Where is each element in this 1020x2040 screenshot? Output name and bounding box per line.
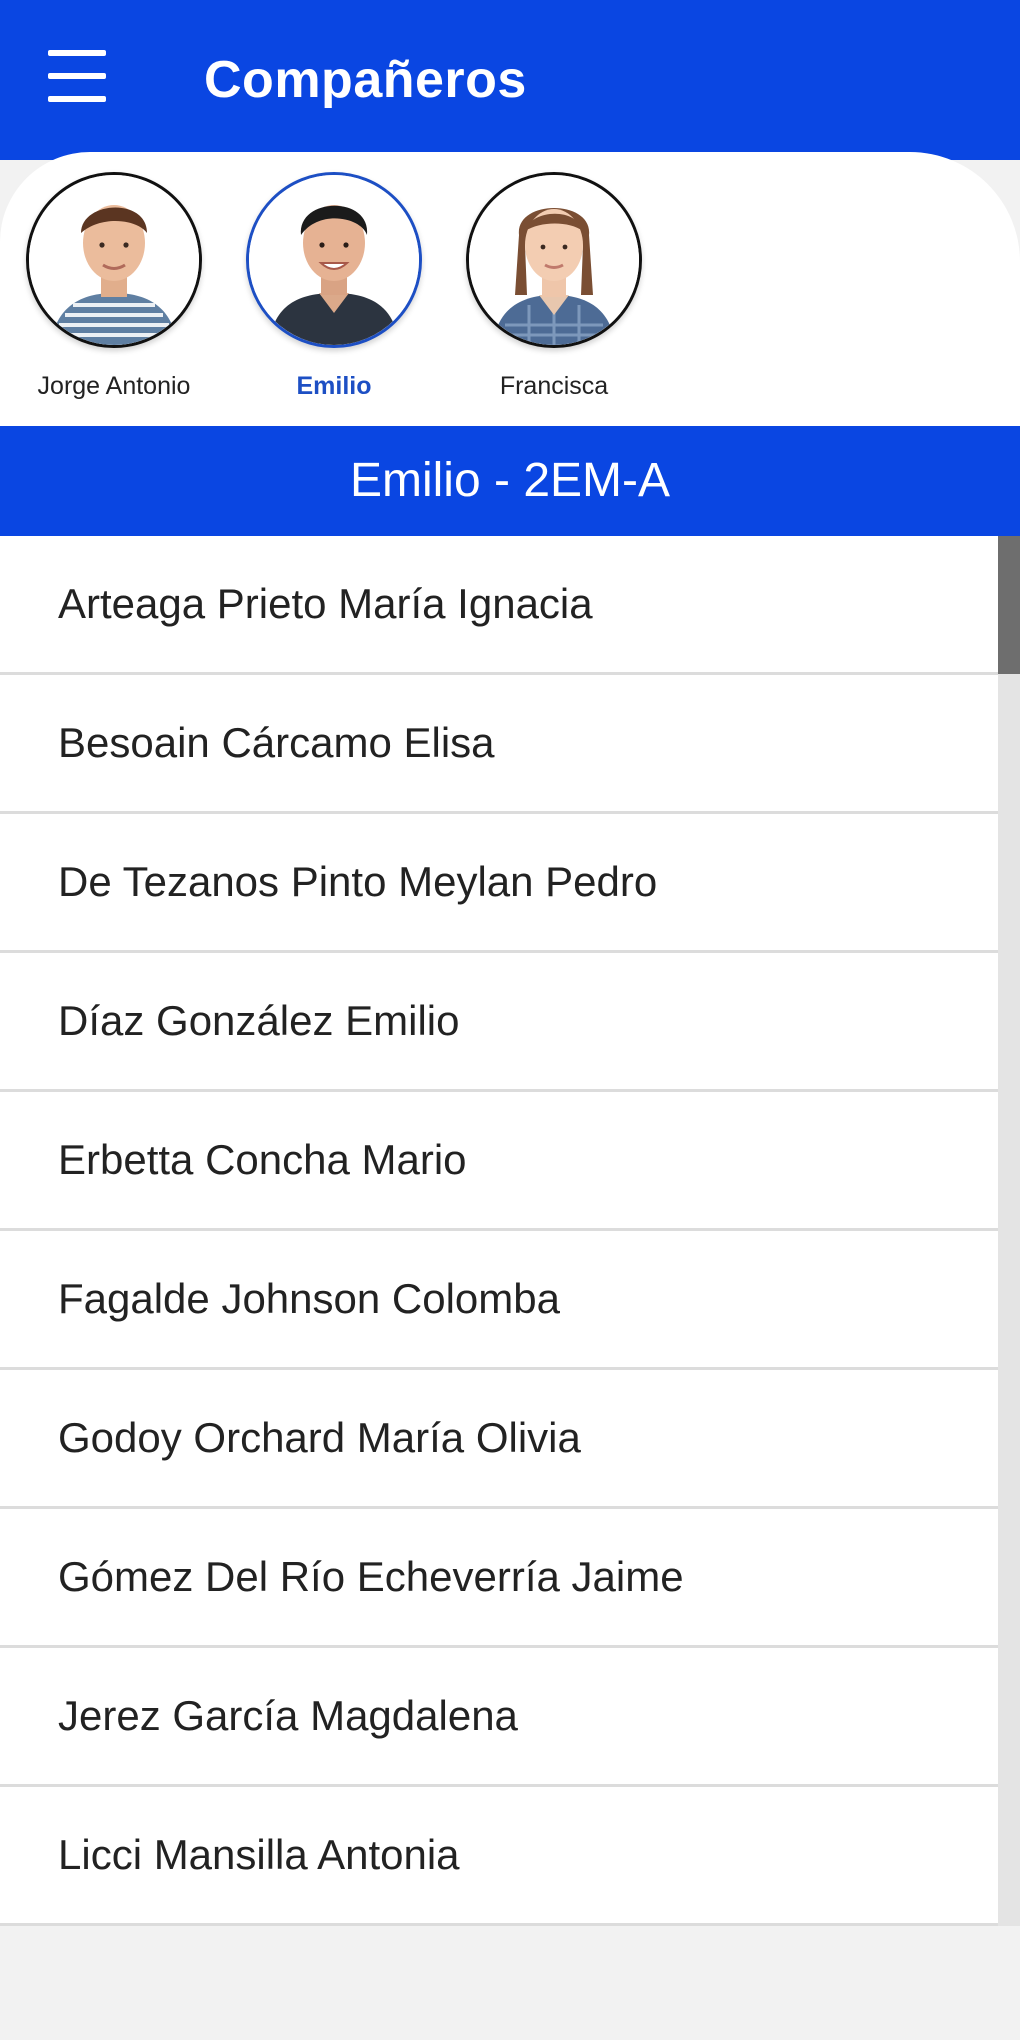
- student-name: Emilio: [296, 372, 372, 400]
- page-title: Compañeros: [204, 51, 527, 109]
- list-item[interactable]: Licci Mansilla Antonia: [0, 1787, 998, 1926]
- scrollbar[interactable]: [998, 536, 1020, 1926]
- selected-student-class-header: Emilio - 2EM-A: [0, 426, 1020, 536]
- menu-button[interactable]: [40, 44, 116, 108]
- student-name: Jorge Antonio: [37, 372, 191, 400]
- app-bar: Compañeros: [0, 0, 1020, 160]
- student-emilio[interactable]: Emilio: [224, 172, 444, 422]
- list-item[interactable]: Fagalde Johnson Colomba: [0, 1231, 998, 1370]
- avatar: [26, 172, 202, 348]
- classmates-list: Arteaga Prieto María Ignacia Besoain Cár…: [0, 536, 998, 1926]
- scrollbar-thumb[interactable]: [998, 536, 1020, 674]
- avatar: [246, 172, 422, 348]
- list-item[interactable]: Godoy Orchard María Olivia: [0, 1370, 998, 1509]
- avatar: [466, 172, 642, 348]
- list-item[interactable]: De Tezanos Pinto Meylan Pedro: [0, 814, 998, 953]
- app-screen: Compañeros Jorge Antonio Emilio Francisc…: [0, 0, 1020, 2040]
- list-item[interactable]: Díaz González Emilio: [0, 953, 998, 1092]
- student-francisca[interactable]: Francisca: [444, 172, 664, 422]
- list-item[interactable]: Besoain Cárcamo Elisa: [0, 675, 998, 814]
- student-selector: Jorge Antonio Emilio Francisca: [0, 152, 1020, 442]
- list-item[interactable]: Arteaga Prieto María Ignacia: [0, 536, 998, 675]
- list-item[interactable]: Jerez García Magdalena: [0, 1648, 998, 1787]
- student-jorge-antonio[interactable]: Jorge Antonio: [4, 172, 224, 422]
- student-name: Francisca: [499, 372, 609, 400]
- list-item[interactable]: Gómez Del Río Echeverría Jaime: [0, 1509, 998, 1648]
- list-item[interactable]: Erbetta Concha Mario: [0, 1092, 998, 1231]
